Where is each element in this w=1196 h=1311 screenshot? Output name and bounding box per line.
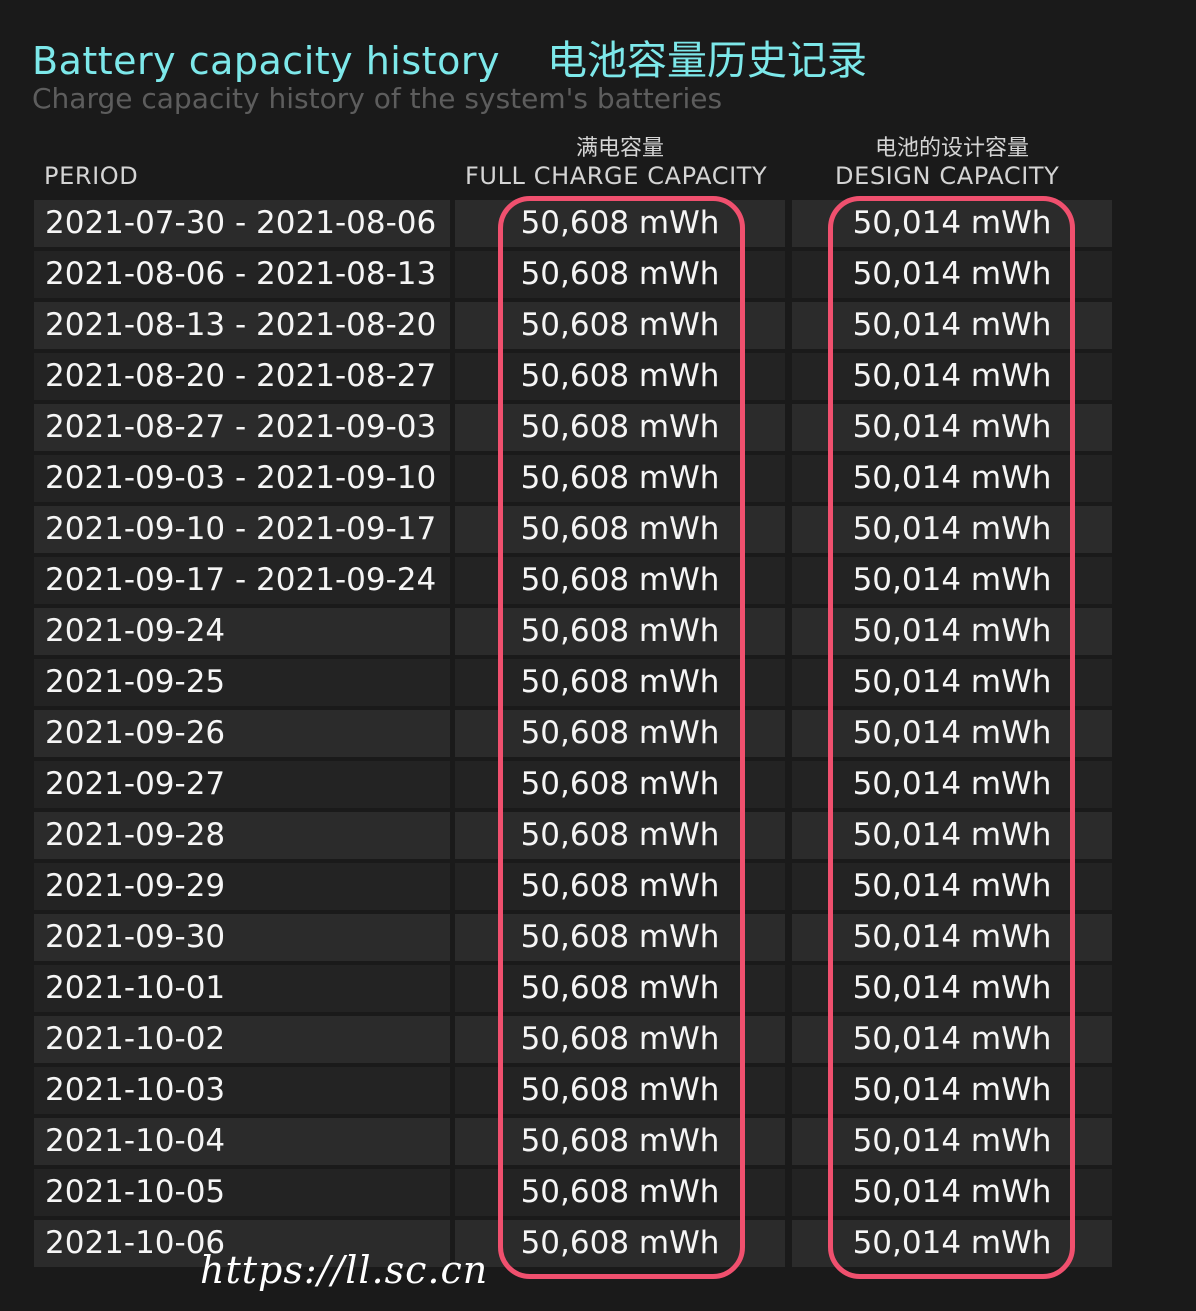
page-title-row: Battery capacity history 电池容量历史记录 — [32, 28, 867, 86]
period-cell: 2021-10-02 — [34, 1016, 450, 1063]
period-cell: 2021-09-30 — [34, 914, 450, 961]
page-title: Battery capacity history — [32, 39, 500, 83]
period-cell: 2021-09-26 — [34, 710, 450, 757]
column-header-design-chinese: 电池的设计容量 — [874, 136, 1029, 161]
page-subtitle: Charge capacity history of the system's … — [32, 82, 723, 115]
full-charge-highlight — [498, 196, 745, 1279]
column-header-full-chinese: 满电容量 — [575, 136, 664, 161]
design-capacity-highlight — [828, 196, 1075, 1279]
column-header-full-charge: FULL CHARGE CAPACITY — [465, 162, 768, 190]
period-cell: 2021-09-10 - 2021-09-17 — [34, 506, 450, 553]
period-cell: 2021-09-25 — [34, 659, 450, 706]
period-cell: 2021-08-13 - 2021-08-20 — [34, 302, 450, 349]
period-cell: 2021-10-03 — [34, 1067, 450, 1114]
period-cell: 2021-08-20 - 2021-08-27 — [34, 353, 450, 400]
period-cell: 2021-08-27 - 2021-09-03 — [34, 404, 450, 451]
period-cell: 2021-09-24 — [34, 608, 450, 655]
period-cell: 2021-08-06 - 2021-08-13 — [34, 251, 450, 298]
period-cell: 2021-07-30 - 2021-08-06 — [34, 200, 450, 247]
period-cell: 2021-09-17 - 2021-09-24 — [34, 557, 450, 604]
column-header-design: DESIGN CAPACITY — [835, 162, 1060, 190]
period-cell: 2021-09-28 — [34, 812, 450, 859]
period-cell: 2021-09-29 — [34, 863, 450, 910]
period-cell: 2021-09-27 — [34, 761, 450, 808]
period-cell: 2021-09-03 - 2021-09-10 — [34, 455, 450, 502]
period-cell: 2021-10-01 — [34, 965, 450, 1012]
page-title-chinese: 电池容量历史记录 — [547, 38, 868, 84]
period-cell: 2021-10-05 — [34, 1169, 450, 1216]
period-cell: 2021-10-04 — [34, 1118, 450, 1165]
column-header-period: PERIOD — [44, 162, 139, 190]
watermark-url: https://ll.sc.cn — [200, 1248, 489, 1292]
